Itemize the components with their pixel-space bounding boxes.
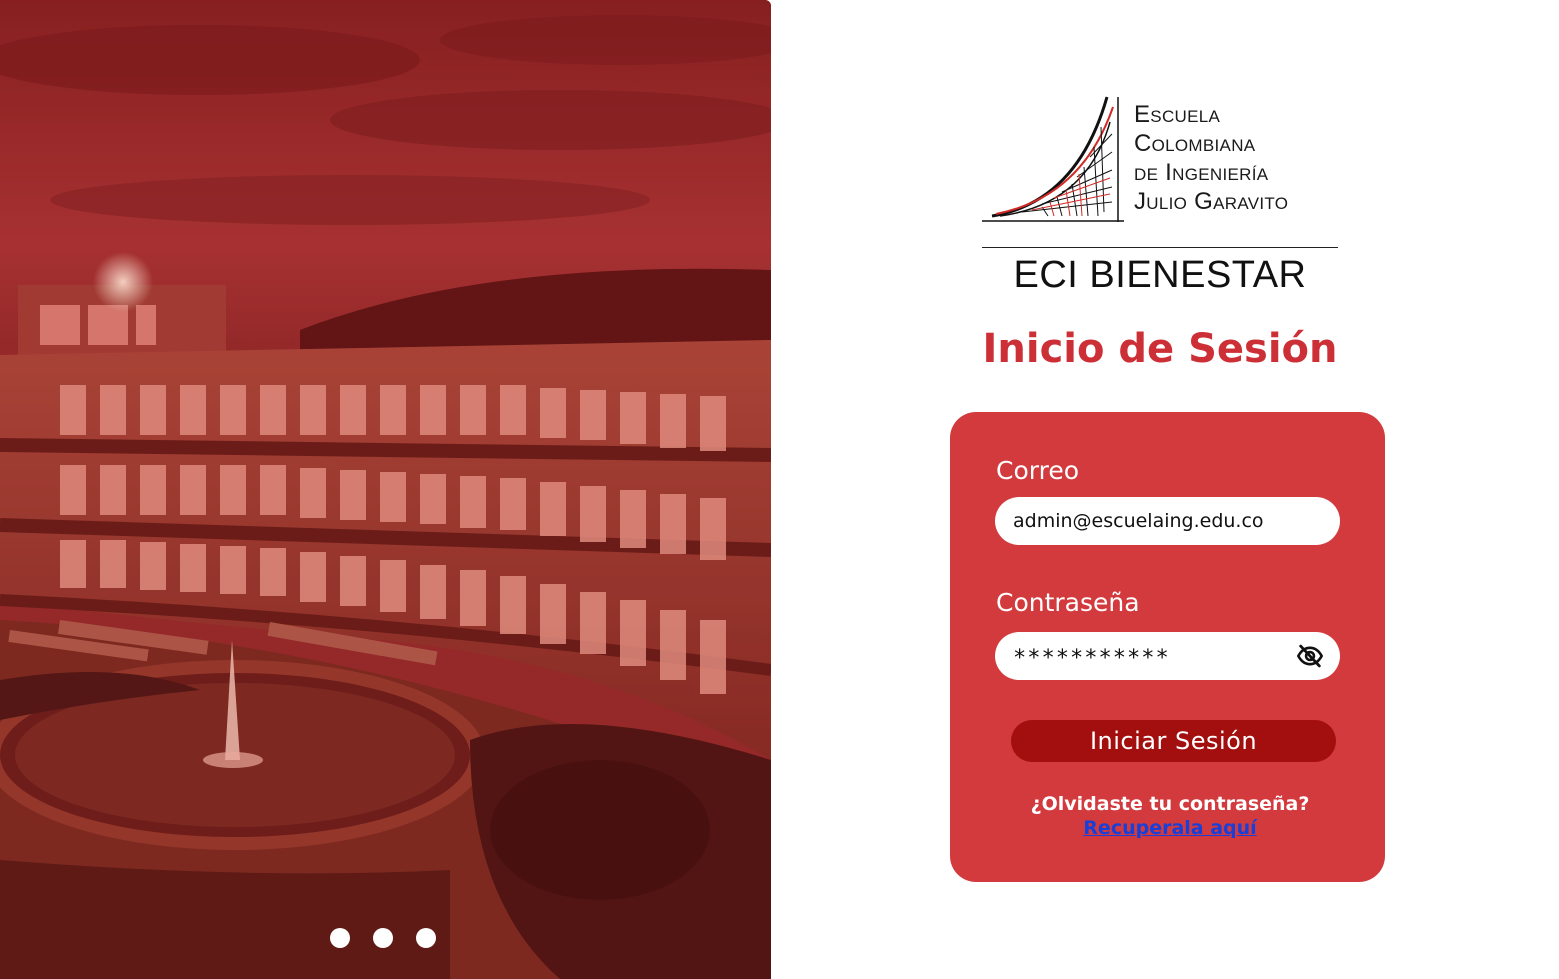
logo-line-3: de Ingeniería (1134, 159, 1269, 186)
university-logo: Escuela Colombiana de Ingeniería Julio G… (982, 92, 1342, 227)
logo-line-1: Escuela (1134, 101, 1221, 128)
carousel-dot-2[interactable] (373, 928, 393, 948)
password-field (995, 632, 1340, 680)
logo-text: Escuela Colombiana de Ingeniería Julio G… (1134, 100, 1288, 216)
password-input[interactable] (1011, 640, 1296, 672)
email-input[interactable] (1011, 509, 1324, 533)
email-field (995, 497, 1340, 545)
app-name: ECI BIENESTAR (1013, 254, 1307, 296)
carousel-dot-3[interactable] (416, 928, 436, 948)
email-label: Correo (996, 456, 1079, 485)
logo-line-4: Julio Garavito (1134, 188, 1289, 215)
forgot-password-text: ¿Olvidaste tu contraseña? (1030, 793, 1310, 815)
eye-off-icon[interactable] (1296, 642, 1324, 670)
carousel-dot-1[interactable] (330, 928, 350, 948)
logo-emblem-icon (982, 96, 1124, 222)
campus-illustration (0, 0, 771, 979)
carousel-dots (330, 928, 436, 948)
page-title: Inicio de Sesión (982, 326, 1338, 372)
logo-line-2: Colombiana (1134, 130, 1256, 157)
login-form: Correo Contraseña Iniciar Sesión ¿Olvida… (950, 412, 1385, 882)
forgot-password: ¿Olvidaste tu contraseña? Recuperala aqu… (950, 792, 1390, 840)
campus-hero-image (0, 0, 771, 979)
recover-password-link[interactable]: Recuperala aquí (1083, 817, 1256, 839)
login-page: Escuela Colombiana de Ingeniería Julio G… (0, 0, 1559, 979)
login-button[interactable]: Iniciar Sesión (1011, 720, 1336, 762)
logo-divider (982, 247, 1338, 248)
password-label: Contraseña (996, 588, 1140, 617)
